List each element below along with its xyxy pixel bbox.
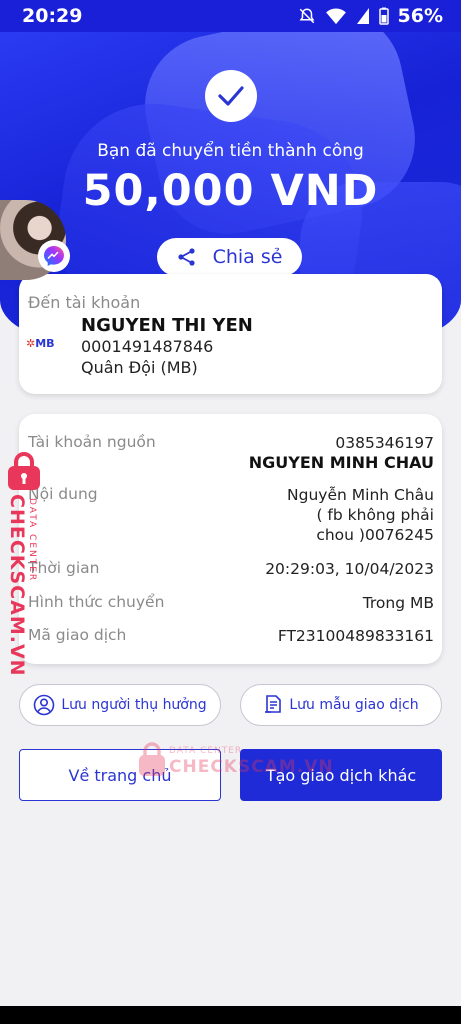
status-time: 20:29 <box>22 5 83 27</box>
recipient-account: 0001491487846 <box>81 337 214 356</box>
time-value: 20:29:03, 10/04/2023 <box>265 560 434 578</box>
mb-star-icon: ✲ <box>26 337 36 350</box>
wifi-icon <box>325 8 346 25</box>
transaction-details-card: Tài khoản nguồn 0385346197 NGUYEN MINH C… <box>19 414 442 664</box>
home-button[interactable]: Về trang chủ <box>19 749 221 801</box>
battery-icon <box>378 7 389 25</box>
mb-bank-logo: ✲MB <box>26 337 55 350</box>
transfer-amount: 50,000 VND <box>82 166 379 216</box>
time-label: Thời gian <box>28 559 100 577</box>
content-label: Nội dung <box>28 485 98 503</box>
transaction-id-label: Mã giao dịch <box>28 626 127 644</box>
method-row: Hình thức chuyển Trong MB <box>28 593 434 615</box>
source-name: NGUYEN MINH CHAU <box>248 453 434 472</box>
content-line-1: Nguyễn Minh Châu <box>287 486 434 504</box>
content-line-2: ( fb không phải <box>316 506 434 524</box>
content-row: Nội dung Nguyễn Minh Châu ( fb không phả… <box>28 485 434 547</box>
user-circle-icon <box>34 694 55 716</box>
source-account: 0385346197 <box>335 434 434 452</box>
mb-logo-text: MB <box>35 337 55 350</box>
success-check-icon <box>205 70 257 122</box>
share-label: Chia sẻ <box>212 246 283 268</box>
transaction-id-row: Mã giao dịch FT23100489833161 <box>28 626 434 648</box>
method-value: Trong MB <box>362 594 434 612</box>
save-template-button[interactable]: Lưu mẫu giao dịch <box>240 684 442 726</box>
mute-icon <box>299 8 314 24</box>
share-icon <box>177 248 195 266</box>
share-button[interactable]: Chia sẻ <box>157 238 302 276</box>
status-bar: 20:29 56% <box>0 0 461 32</box>
transaction-id-value: FT23100489833161 <box>277 627 434 645</box>
navigation-bar <box>0 1006 461 1024</box>
destination-card: Đến tài khoản ✲MB NGUYEN THI YEN 0001491… <box>19 274 442 394</box>
source-label: Tài khoản nguồn <box>28 433 156 451</box>
success-message: Bạn đã chuyển tiền thành công <box>97 141 364 161</box>
method-label: Hình thức chuyển <box>28 593 165 611</box>
save-beneficiary-button[interactable]: Lưu người thụ hưởng <box>19 684 221 726</box>
time-row: Thời gian 20:29:03, 10/04/2023 <box>28 559 434 581</box>
destination-label: Đến tài khoản <box>28 293 141 312</box>
battery-percent: 56% <box>397 5 443 27</box>
recipient-name: NGUYEN THI YEN <box>81 315 253 336</box>
content-line-3: chou )0076245 <box>316 526 434 544</box>
messenger-icon <box>38 240 70 272</box>
new-transaction-button[interactable]: Tạo giao dịch khác <box>240 749 442 801</box>
source-account-row: Tài khoản nguồn 0385346197 NGUYEN MINH C… <box>28 433 434 473</box>
save-template-label: Lưu mẫu giao dịch <box>289 697 419 713</box>
recipient-bank: Quân Đội (MB) <box>81 358 198 377</box>
signal-icon <box>356 8 369 24</box>
save-beneficiary-label: Lưu người thụ hưởng <box>61 697 207 713</box>
document-icon <box>265 695 282 713</box>
